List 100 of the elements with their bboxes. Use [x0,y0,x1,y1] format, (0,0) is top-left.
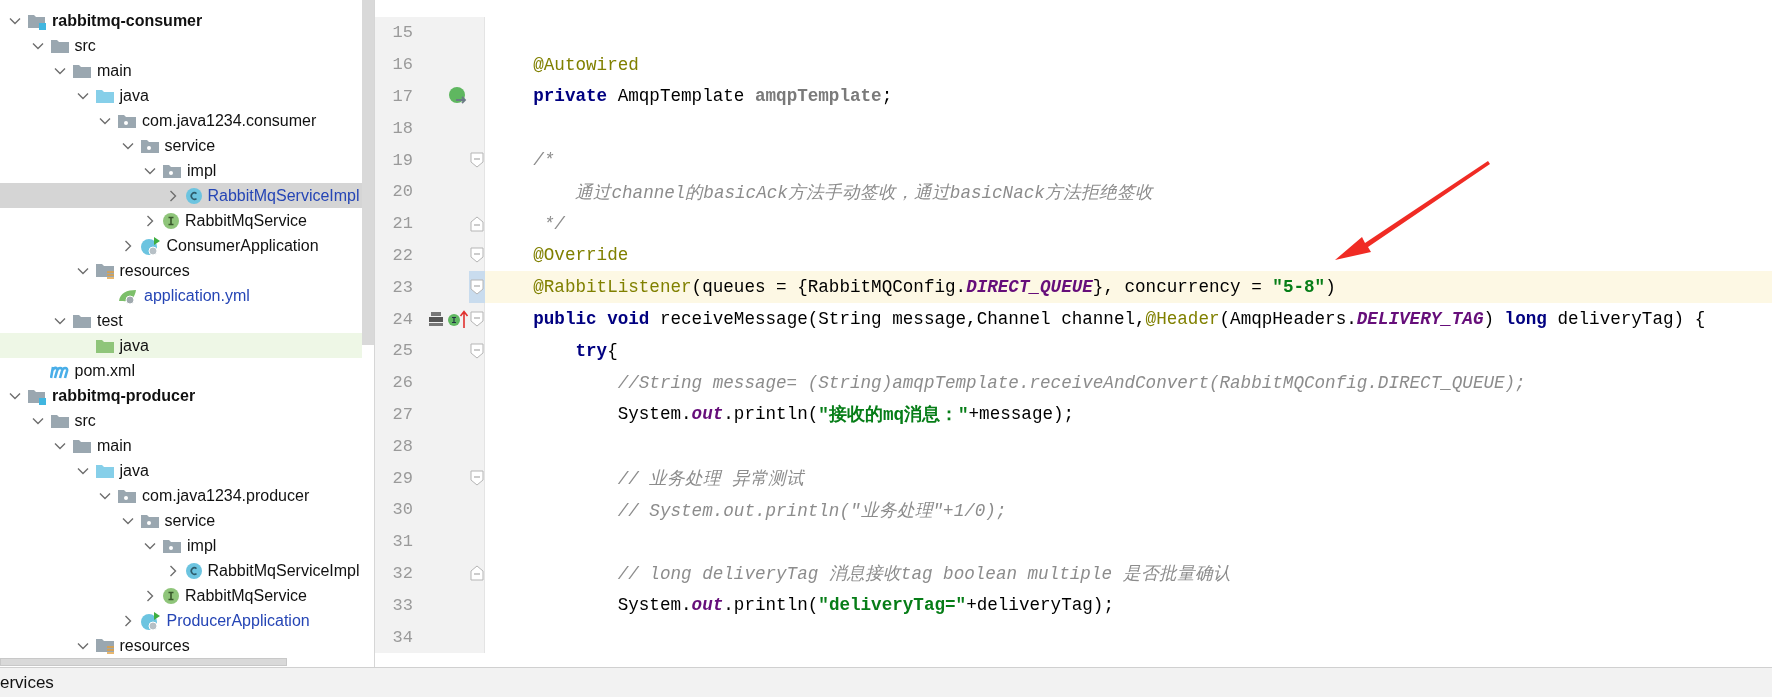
chevron-right-icon[interactable] [123,239,132,252]
tree-item-label: java [119,336,149,355]
chevron-down-icon[interactable] [54,66,66,75]
resources-folder-icon [94,636,115,655]
fold-marker-icon[interactable] [470,470,484,487]
chevron-down-icon[interactable] [121,516,134,525]
code-line: @Override [532,244,630,268]
chevron-down-icon[interactable] [54,316,66,325]
fold-marker-icon[interactable] [470,342,484,359]
chevron-down-icon[interactable] [76,266,89,275]
tree-item[interactable]: main [0,58,362,83]
chevron-down-icon[interactable] [144,166,156,175]
tree-item-label: resources [119,636,190,655]
tree-item[interactable]: src [0,33,362,58]
code-line: private AmqpTemplate amqpTemplate; [532,85,894,109]
implemented-method-icon[interactable] [447,309,469,330]
class-icon [184,186,203,205]
tree-item[interactable]: com.java1234.producer [0,483,362,508]
chevron-down-icon[interactable] [144,541,156,550]
tree-item-label: impl [187,536,217,555]
tree-item[interactable]: pom.xml [0,358,362,383]
chevron-down-icon[interactable] [9,391,21,400]
package-folder-icon [139,512,160,529]
tree-item-label: RabbitMqServiceImpl [207,561,360,580]
tree-item-label: impl [187,161,217,180]
fold-marker-icon[interactable] [470,311,484,328]
tree-item[interactable]: RabbitMqService [0,583,362,608]
tree-item[interactable]: java [0,83,362,108]
tree-item[interactable]: service [0,508,362,533]
tree-item-label: RabbitMqService [185,586,307,605]
chevron-down-icon[interactable] [99,116,111,125]
line-number: 33 [391,595,414,615]
code-line: //String message= (String)amqpTemplate.receiveAndConvert(RabbitMQConfig.DIRECT_QUEUE); [616,371,1527,395]
code-line: // 业务处理 异常测试 [616,468,806,492]
tree-item[interactable]: test [0,308,362,333]
chevron-down-icon[interactable] [121,141,134,150]
package-folder-icon [117,487,137,504]
code-line: /* [532,149,556,173]
tree-item[interactable]: resources [0,633,362,658]
tree-item[interactable]: impl [0,533,362,558]
tree-item-label: src [74,36,96,55]
tree-item-label: rabbitmq-consumer [52,11,203,30]
chevron-down-icon[interactable] [76,641,89,650]
scrollbar-thumb[interactable] [362,0,374,345]
tree-item[interactable]: rabbitmq-producer [0,383,362,408]
fold-marker-icon[interactable] [470,152,484,169]
class-icon [184,561,203,580]
package-folder-icon [139,137,160,154]
fold-marker-icon[interactable] [470,565,484,582]
chevron-down-icon[interactable] [54,441,66,450]
run-class-icon [139,235,162,256]
tree-item-label: ConsumerApplication [166,236,319,255]
scrollbar-thumb[interactable] [0,658,287,666]
chevron-down-icon[interactable] [9,16,21,25]
chevron-right-icon[interactable] [168,564,177,577]
tree-item[interactable]: RabbitMqServiceImpl [0,183,362,208]
chevron-down-icon[interactable] [31,41,44,50]
tree-item[interactable]: ConsumerApplication [0,233,362,258]
tree-item[interactable]: java [0,458,362,483]
services-tab[interactable]: ervices [0,672,54,693]
fold-marker-icon[interactable] [470,247,484,264]
line-number: 26 [391,373,414,393]
tree-item[interactable]: application.yml [0,283,362,308]
chevron-down-icon[interactable] [31,416,44,425]
line-number: 34 [391,627,414,647]
line-number: 18 [391,118,414,138]
tree-item[interactable]: main [0,433,362,458]
line-number: 32 [391,563,414,583]
chevron-right-icon[interactable] [168,189,177,202]
line-number: 23 [391,277,414,297]
tree-item[interactable]: src [0,408,362,433]
tree-item[interactable]: com.java1234.consumer [0,108,362,133]
folder-icon [94,337,115,354]
run-class-icon [139,610,162,631]
tree-item[interactable]: RabbitMqServiceImpl [0,558,362,583]
chevron-down-icon[interactable] [99,491,111,500]
fold-marker-icon[interactable] [470,279,484,296]
folder-icon [72,62,92,79]
code-line: // System.out.println("业务处理"+1/0); [616,499,1008,523]
tree-item-label: main [97,436,132,455]
tree-item[interactable]: RabbitMqService [0,208,362,233]
line-number: 27 [391,404,414,424]
line-number: 29 [391,468,414,488]
tree-item[interactable]: resources [0,258,362,283]
chevron-right-icon[interactable] [146,589,154,602]
tree-item[interactable]: java [0,333,362,358]
tree-item[interactable]: impl [0,158,362,183]
tree-item[interactable]: rabbitmq-consumer [0,8,362,33]
fold-marker-icon[interactable] [470,215,484,232]
folder-icon [72,312,92,329]
stack-icon[interactable] [427,310,445,329]
chevron-right-icon[interactable] [123,614,132,627]
chevron-down-icon[interactable] [76,466,89,475]
tree-item-label: java [119,86,149,105]
tree-item[interactable]: ProducerApplication [0,608,362,633]
code-line: System.out.println("deliveryTag="+deliveryTag); [616,594,1115,618]
tree-item[interactable]: service [0,133,362,158]
chevron-right-icon[interactable] [146,214,154,227]
chevron-down-icon[interactable] [76,91,89,100]
code-line: 通过channel的basicAck方法手动签收，通过basicNack方法拒绝签收 [574,181,1155,205]
